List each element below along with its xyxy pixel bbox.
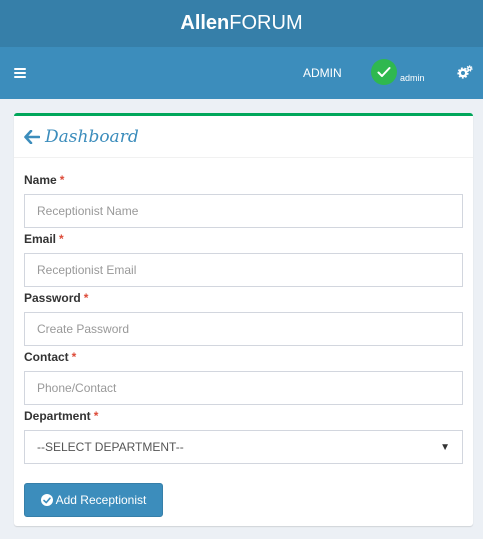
add-receptionist-panel: Dashboard Name* Email* Password* Contact…: [14, 113, 473, 526]
contact-label: Contact *: [24, 350, 77, 364]
check-circle-icon: [40, 494, 53, 506]
add-receptionist-button[interactable]: Add Receptionist: [24, 483, 163, 517]
panel-title: Dashboard: [45, 126, 139, 147]
department-label: Department *: [24, 409, 99, 423]
department-select[interactable]: --SELECT DEPARTMENT-- ▼: [24, 430, 463, 464]
email-input[interactable]: [24, 253, 463, 287]
brand-bold: Allen: [180, 12, 230, 34]
gears-icon[interactable]: [457, 65, 473, 79]
brand-header: Allen FORUM: [0, 0, 483, 47]
dashboard-back-link[interactable]: Dashboard: [14, 116, 473, 158]
user-avatar[interactable]: [371, 59, 397, 85]
contact-input[interactable]: [24, 371, 463, 405]
bars-icon[interactable]: [14, 68, 26, 78]
add-receptionist-label: Add Receptionist: [55, 493, 147, 507]
user-name[interactable]: admin: [400, 73, 425, 83]
arrow-left-icon: [24, 129, 40, 144]
password-label: Password *: [24, 291, 89, 305]
caret-down-icon: ▼: [440, 441, 450, 453]
password-input[interactable]: [24, 312, 463, 346]
top-navbar: ADMIN admin: [0, 47, 483, 99]
name-input[interactable]: [24, 194, 463, 228]
brand-rest: FORUM: [229, 12, 303, 34]
department-selected-value: --SELECT DEPARTMENT--: [37, 440, 184, 454]
check-icon: [377, 67, 391, 77]
email-label: Email *: [24, 232, 64, 246]
admin-link[interactable]: ADMIN: [303, 66, 342, 80]
name-label: Name *: [24, 173, 65, 187]
